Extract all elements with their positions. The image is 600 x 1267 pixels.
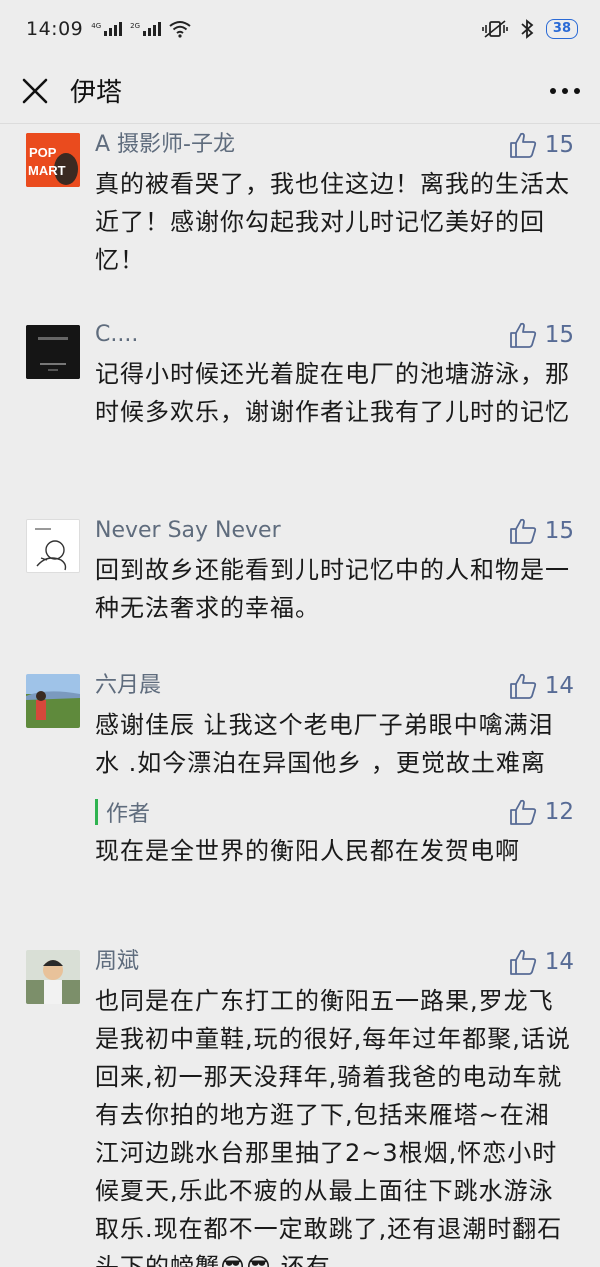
comment-item: Never Say Never 15 回到故乡还能看到儿时记忆中的人和物是一种无… — [0, 511, 600, 627]
svg-text:MART: MART — [28, 163, 66, 178]
comment-text: 感谢佳辰 让我这个老电厂子弟眼中噙满泪水 .如今漂泊在异国他乡 ，更觉故土难离 — [95, 711, 554, 777]
thumbs-up-icon — [509, 322, 536, 348]
thumbs-up-icon — [509, 949, 536, 975]
close-icon — [22, 78, 48, 103]
thumbs-up-icon — [509, 132, 536, 158]
vibrate-icon — [482, 20, 508, 38]
like-button[interactable]: 15 — [509, 125, 574, 165]
battery-indicator: 38 — [545, 19, 578, 39]
comment-author[interactable]: 周斌 — [95, 942, 574, 982]
comment-author[interactable]: Never Say Never — [95, 511, 574, 551]
status-bar: 14:09 4G 2G 38 — [0, 0, 600, 58]
reply-text: 现在是全世界的衡阳人民都在发贺电啊 — [95, 837, 520, 865]
reply-indicator — [95, 799, 98, 825]
avatar[interactable] — [26, 950, 80, 1004]
comment-list[interactable]: POP MART A 摄影师-子龙 15 真的被看哭了，我也住这边！离我的生活太… — [0, 125, 600, 1267]
cell-signal-2-icon: 2G — [130, 22, 162, 36]
comment-item: C.... 15 记得小时候还光着腚在电厂的池塘游泳，那时候多欢乐，谢谢作者让我… — [0, 315, 600, 431]
thumbs-up-icon — [509, 518, 536, 544]
author-reply: 作者 12 现在是全世界的衡阳人民都在发贺电啊 — [95, 792, 574, 870]
comment-text: 也同是在广东打工的衡阳五一路果,罗龙飞是我初中童鞋,玩的很好,每年过年都聚,话说… — [95, 987, 571, 1267]
thumbs-up-icon — [509, 799, 536, 825]
comment-text: 真的被看哭了，我也住这边！离我的生活太近了！感谢你勾起我对儿时记忆美好的回忆！ — [95, 170, 570, 274]
like-button[interactable]: 14 — [509, 666, 574, 706]
reply-author: 作者 — [106, 802, 151, 827]
avatar[interactable] — [26, 325, 80, 379]
more-button[interactable] — [530, 58, 600, 124]
comment-item: 周斌 14 也同是在广东打工的衡阳五一路果,罗龙飞是我初中童鞋,玩的很好,每年过… — [0, 942, 600, 1267]
wifi-icon — [169, 21, 191, 38]
like-button[interactable]: 15 — [509, 511, 574, 551]
comment-author[interactable]: C.... — [95, 315, 574, 355]
like-count: 15 — [544, 322, 574, 348]
like-count: 14 — [544, 949, 574, 975]
comment-item: 六月晨 14 感谢佳辰 让我这个老电厂子弟眼中噙满泪水 .如今漂泊在异国他乡 ，… — [0, 666, 600, 870]
comment-item: POP MART A 摄影师-子龙 15 真的被看哭了，我也住这边！离我的生活太… — [0, 125, 600, 279]
like-count: 15 — [544, 518, 574, 544]
page-title: 伊塔 — [70, 78, 123, 108]
comment-text: 回到故乡还能看到儿时记忆中的人和物是一种无法奢求的幸福。 — [95, 556, 570, 622]
like-count: 12 — [544, 799, 574, 825]
comment-text: 记得小时候还光着腚在电厂的池塘游泳，那时候多欢乐，谢谢作者让我有了儿时的记忆 — [95, 360, 570, 426]
avatar[interactable] — [26, 519, 80, 573]
thumbs-up-icon — [509, 673, 536, 699]
more-icon — [550, 87, 580, 94]
avatar[interactable] — [26, 674, 80, 728]
avatar[interactable]: POP MART — [26, 133, 80, 187]
like-button[interactable]: 14 — [509, 942, 574, 982]
like-button[interactable]: 12 — [509, 792, 574, 832]
like-count: 14 — [544, 673, 574, 699]
svg-text:POP: POP — [29, 145, 57, 160]
close-button[interactable] — [0, 58, 70, 124]
nav-bar: 伊塔 — [0, 58, 600, 124]
like-count: 15 — [544, 132, 574, 158]
comment-author[interactable]: A 摄影师-子龙 — [95, 125, 574, 165]
cell-signal-1-icon: 4G — [91, 22, 123, 36]
status-time: 14:09 — [26, 18, 84, 40]
comment-author[interactable]: 六月晨 — [95, 666, 574, 706]
like-button[interactable]: 15 — [509, 315, 574, 355]
bluetooth-icon — [521, 19, 534, 39]
